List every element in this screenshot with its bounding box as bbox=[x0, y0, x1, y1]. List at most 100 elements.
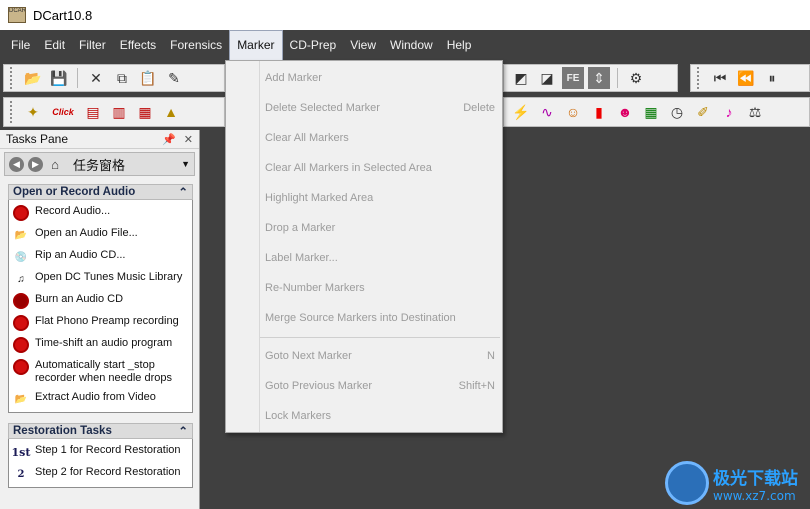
menu-cd-prep[interactable]: CD-Prep bbox=[283, 30, 344, 61]
toolbar-grip[interactable] bbox=[10, 67, 14, 89]
rewind-icon[interactable]: ⏪ bbox=[735, 67, 757, 89]
menu-item-add-marker[interactable]: Add Marker bbox=[265, 67, 495, 89]
burn-cd-icon bbox=[13, 293, 29, 309]
task-extract-audio[interactable]: 📂 Extract Audio from Video bbox=[13, 388, 192, 410]
menu-view[interactable]: View bbox=[343, 30, 383, 61]
toolbar-grip[interactable] bbox=[10, 101, 14, 123]
menu-effects[interactable]: Effects bbox=[113, 30, 163, 61]
step-2-icon: 2 bbox=[17, 468, 25, 480]
menu-window[interactable]: Window bbox=[383, 30, 440, 61]
menu-item-drop-marker[interactable]: Drop a Marker bbox=[265, 217, 495, 239]
back-icon[interactable]: ◀ bbox=[9, 156, 24, 172]
toolbar-grip[interactable] bbox=[697, 67, 701, 89]
task-open-audio-file[interactable]: 📂 Open an Audio File... bbox=[13, 224, 192, 246]
wand-icon[interactable]: ✎ bbox=[163, 67, 185, 89]
menu-edit[interactable]: Edit bbox=[37, 30, 72, 61]
effects-icon[interactable]: ✦ bbox=[22, 101, 44, 123]
tasks-nav-title[interactable]: 任务窗格 bbox=[73, 155, 177, 174]
person-icon[interactable]: ☻ bbox=[614, 101, 636, 123]
graph-icon[interactable]: ▥ bbox=[108, 101, 130, 123]
task-burn-cd[interactable]: Burn an Audio CD bbox=[13, 290, 192, 312]
menu-item-clear-markers-in-area[interactable]: Clear All Markers in Selected Area bbox=[265, 157, 495, 179]
step-1st-icon: 1st bbox=[11, 445, 31, 459]
menu-forensics[interactable]: Forensics bbox=[163, 30, 229, 61]
brush-icon[interactable]: ✐ bbox=[692, 101, 714, 123]
menu-help[interactable]: Help bbox=[440, 30, 479, 61]
marker-icon[interactable]: ▲ bbox=[160, 101, 182, 123]
task-record-audio[interactable]: Record Audio... bbox=[13, 202, 192, 224]
toolbar-strip-effects: ✦ Click ▤ ▥ ▦ ▲ bbox=[3, 97, 225, 127]
task-step-2[interactable]: 2 Step 2 for Record Restoration bbox=[13, 463, 192, 485]
forward-icon[interactable]: ▶ bbox=[28, 156, 43, 172]
task-label: Flat Phono Preamp recording bbox=[35, 315, 179, 327]
record-icon bbox=[13, 315, 29, 331]
music-note-icon[interactable]: ♪ bbox=[718, 101, 740, 123]
menu-item-renumber-markers[interactable]: Re-Number Markers bbox=[265, 277, 495, 299]
menu-item-clear-all-markers[interactable]: Clear All Markers bbox=[265, 127, 495, 149]
save-icon[interactable]: 💾 bbox=[48, 67, 70, 89]
close-icon[interactable]: ✕ bbox=[184, 133, 193, 146]
section-header[interactable]: Restoration Tasks ⌃ bbox=[8, 423, 193, 439]
task-label: Step 2 for Record Restoration bbox=[35, 466, 181, 478]
robot-icon[interactable]: ☺ bbox=[562, 101, 584, 123]
task-music-library[interactable]: ♫ Open DC Tunes Music Library bbox=[13, 268, 192, 290]
task-rip-cd[interactable]: 💿 Rip an Audio CD... bbox=[13, 246, 192, 268]
menu-marker[interactable]: Marker bbox=[229, 30, 283, 61]
skip-start-icon[interactable]: ⏮ bbox=[709, 67, 731, 89]
pin-icon[interactable]: 📌 bbox=[162, 133, 176, 146]
dcart-app-icon: DCART bbox=[8, 7, 26, 23]
gear-icon[interactable]: ⚙ bbox=[625, 67, 647, 89]
menu-item-lock-markers[interactable]: Lock Markers bbox=[265, 405, 495, 427]
open-icon[interactable]: 📂 bbox=[22, 67, 44, 89]
click-icon[interactable]: Click bbox=[48, 101, 78, 123]
section-title: Open or Record Audio bbox=[13, 186, 136, 198]
task-auto-start-stop[interactable]: Automatically start _stop recorder when … bbox=[13, 356, 192, 388]
scale-icon[interactable]: ⚖ bbox=[744, 101, 766, 123]
watermark-title: 极光下载站 bbox=[713, 468, 798, 489]
collapse-icon[interactable]: ⌃ bbox=[178, 424, 188, 438]
menu-file[interactable]: File bbox=[4, 30, 37, 61]
menu-icon-gutter bbox=[226, 61, 260, 432]
task-label: Automatically start _stop recorder when … bbox=[35, 359, 172, 384]
music-library-icon: ♫ bbox=[17, 273, 25, 285]
filter-icon[interactable]: ▦ bbox=[134, 101, 156, 123]
tasks-pane-title: Tasks Pane bbox=[6, 132, 69, 146]
task-label: Record Audio... bbox=[35, 205, 111, 217]
menu-item-merge-markers[interactable]: Merge Source Markers into Destination bbox=[265, 307, 495, 329]
cut-icon[interactable]: ✕ bbox=[85, 67, 107, 89]
fe-icon[interactable]: FE bbox=[562, 67, 584, 89]
window-icon[interactable]: ◩ bbox=[510, 67, 532, 89]
menu-item-goto-next-marker[interactable]: Goto Next Marker N bbox=[265, 345, 495, 367]
tasks-nav-bar: ◀ ▶ ⌂ 任务窗格 ▼ bbox=[4, 152, 195, 176]
sine-icon[interactable]: ∿ bbox=[536, 101, 558, 123]
task-label: Extract Audio from Video bbox=[35, 391, 156, 403]
menu-separator bbox=[260, 337, 500, 338]
folder-open-icon: 📂 bbox=[14, 229, 28, 241]
window-title: DCart10.8 bbox=[33, 7, 93, 23]
task-step-1[interactable]: 1st Step 1 for Record Restoration bbox=[11, 441, 192, 463]
paste-icon[interactable]: 📋 bbox=[137, 67, 159, 89]
menu-bar: File Edit Filter Effects Forensics Marke… bbox=[0, 30, 810, 61]
stripes-icon[interactable]: ⚡ bbox=[510, 101, 532, 123]
section-header[interactable]: Open or Record Audio ⌃ bbox=[8, 184, 193, 200]
tasks-pane: Tasks Pane 📌 ✕ ◀ ▶ ⌂ 任务窗格 ▼ Open or Reco… bbox=[0, 130, 200, 509]
task-flat-phono[interactable]: Flat Phono Preamp recording bbox=[13, 312, 192, 334]
menu-filter[interactable]: Filter bbox=[72, 30, 113, 61]
pause-icon[interactable]: ⏸ bbox=[761, 67, 783, 89]
menu-item-label-marker[interactable]: Label Marker... bbox=[265, 247, 495, 269]
bars-icon[interactable]: ▮ bbox=[588, 101, 610, 123]
clock-icon[interactable]: ◷ bbox=[666, 101, 688, 123]
menu-item-delete-selected-marker[interactable]: Delete Selected Marker Delete bbox=[265, 97, 495, 119]
copy-icon[interactable]: ⧉ bbox=[111, 67, 133, 89]
collapse-icon[interactable]: ⌃ bbox=[178, 185, 188, 199]
spectrum-icon[interactable]: ▤ bbox=[82, 101, 104, 123]
menu-item-highlight-marked-area[interactable]: Highlight Marked Area bbox=[265, 187, 495, 209]
chevron-down-icon[interactable]: ▼ bbox=[181, 159, 190, 169]
split-icon[interactable]: ⇕ bbox=[588, 67, 610, 89]
meter-icon[interactable]: ▦ bbox=[640, 101, 662, 123]
home-icon[interactable]: ⌂ bbox=[47, 156, 63, 172]
task-time-shift[interactable]: Time-shift an audio program bbox=[13, 334, 192, 356]
window-alt-icon[interactable]: ◪ bbox=[536, 67, 558, 89]
section-restoration-tasks: Restoration Tasks ⌃ 1st Step 1 for Record… bbox=[8, 423, 193, 488]
menu-item-goto-previous-marker[interactable]: Goto Previous Marker Shift+N bbox=[265, 375, 495, 397]
